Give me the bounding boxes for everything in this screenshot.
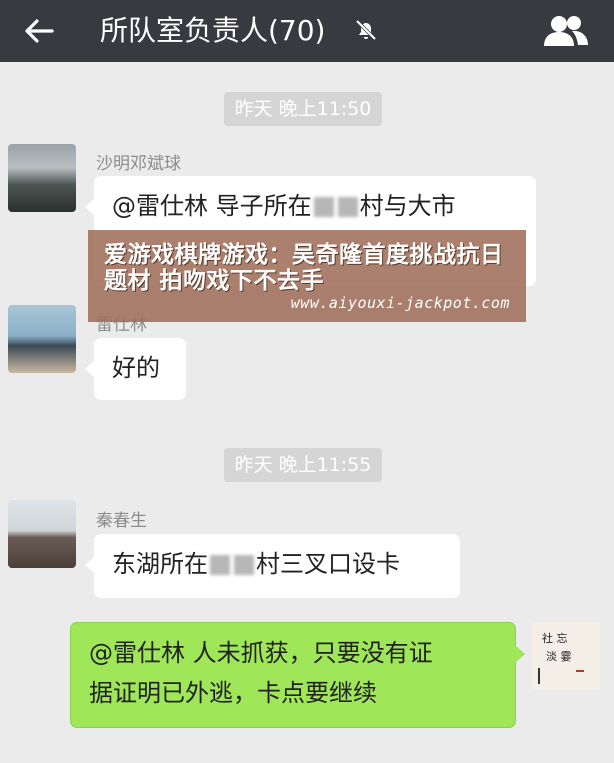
self-avatar[interactable]: 社 忘 淡 霎 <box>532 622 600 690</box>
message-text: 东湖所在 <box>112 550 208 578</box>
arrow-left-icon[interactable] <box>22 14 56 48</box>
timestamp: 昨天 晚上11:55 <box>224 448 382 482</box>
bell-off-icon <box>355 19 377 41</box>
blurred-text <box>210 555 230 575</box>
message-text: 据证明已外逃，卡点要继续 <box>89 679 377 707</box>
message-text: 好的 <box>112 354 160 382</box>
message-text: 村三叉口设卡 <box>256 550 400 578</box>
blurred-text <box>337 197 358 217</box>
calligraphy-icon: 社 忘 淡 霎 <box>538 631 584 684</box>
chat-title: 所队室负责人(70) <box>100 14 326 47</box>
ad-url: www.aiyouxi-jackpot.com <box>290 294 510 312</box>
blurred-text <box>313 197 334 217</box>
avatar[interactable] <box>8 500 76 568</box>
ad-headline: 爱游戏棋牌游戏：吴奇隆首度挑战抗日题材 拍吻戏下不去手 <box>104 242 504 294</box>
chat-header: 所队室负责人(70) <box>0 0 614 62</box>
svg-text:社 忘: 社 忘 <box>542 631 568 645</box>
sender-name: 沙明邓斌球 <box>96 154 181 174</box>
message-bubble[interactable]: 东湖所在 村三叉口设卡 <box>85 534 460 598</box>
message-bubble[interactable]: 好的 <box>85 338 186 400</box>
blurred-text <box>234 555 254 575</box>
avatar[interactable] <box>8 305 76 373</box>
timestamp: 昨天 晚上11:50 <box>224 92 382 126</box>
svg-text:淡 霎: 淡 霎 <box>546 650 572 663</box>
message-text: 村与大市 <box>359 192 456 220</box>
message-text: @雷仕林 人未抓获，只要没有证 <box>89 639 433 667</box>
people-icon[interactable] <box>542 14 590 48</box>
message-text: @雷仕林 导子所在 <box>112 192 312 220</box>
sender-name: 秦春生 <box>96 511 147 531</box>
ad-overlay-banner[interactable]: 爱游戏棋牌游戏：吴奇隆首度挑战抗日题材 拍吻戏下不去手 www.aiyouxi-… <box>88 230 526 322</box>
avatar[interactable] <box>8 144 76 212</box>
self-message-bubble[interactable]: @雷仕林 人未抓获，只要没有证 据证明已外逃，卡点要继续 <box>70 622 525 728</box>
